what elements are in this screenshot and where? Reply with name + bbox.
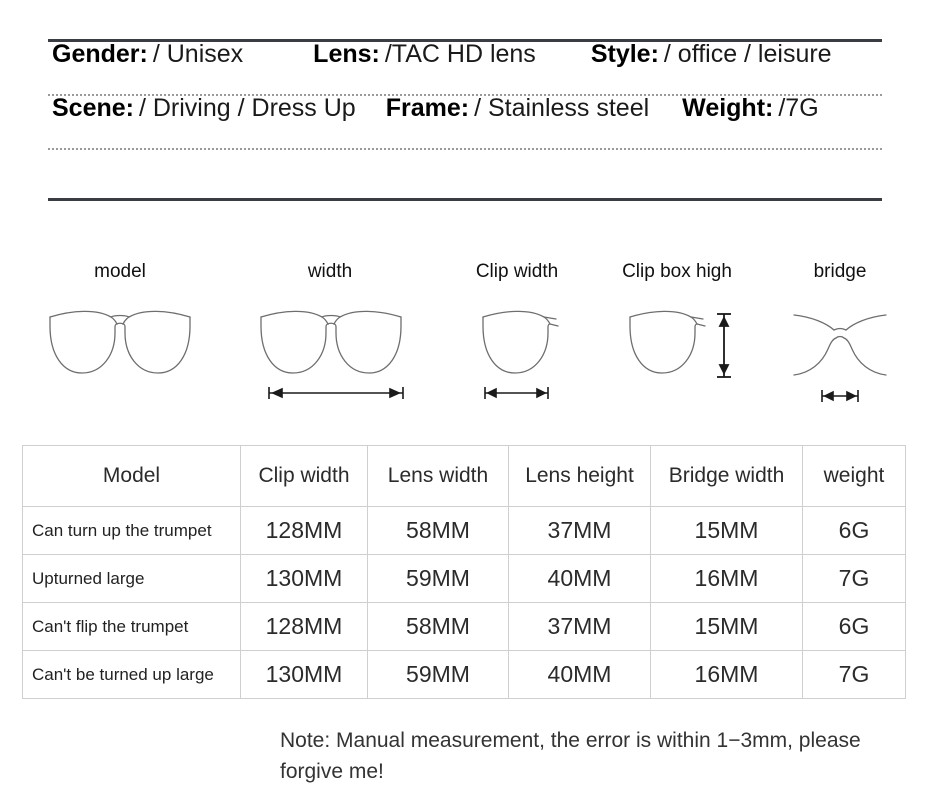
cell-weight: 6G	[802, 506, 906, 555]
cell-clip-width: 128MM	[240, 506, 368, 555]
cell-lens-width: 58MM	[367, 602, 509, 651]
diagram-label-clip-width: Clip width	[475, 261, 559, 282]
spec-label-frame: Frame:	[385, 94, 470, 122]
cell-model: Can't flip the trumpet	[22, 602, 241, 651]
spec-label-scene: Scene:	[52, 94, 134, 122]
spec-item-lens: Lens: /TAC HD lens	[313, 42, 536, 67]
table-header-lens-width: Lens width	[367, 445, 509, 507]
cell-model: Can't be turned up large	[22, 650, 241, 699]
cell-lens-width: 58MM	[367, 506, 509, 555]
cell-lens-height: 40MM	[508, 554, 651, 603]
cell-lens-height: 37MM	[508, 506, 651, 555]
spec-item-scene: Scene: / Driving / Dress Up	[52, 96, 356, 121]
spec-value-weight: /7G	[778, 94, 819, 122]
spec-item-gender: Gender: / Unisex	[52, 42, 243, 67]
table-header-weight: weight	[802, 445, 906, 507]
nose-bridge-icon	[775, 297, 905, 424]
spec-value-style: / office / leisure	[663, 40, 832, 68]
table-row: Can't flip the trumpet 128MM 58MM 37MM 1…	[22, 602, 906, 651]
spec-spacer	[48, 150, 882, 198]
table-row: Can turn up the trumpet 128MM 58MM 37MM …	[22, 506, 906, 555]
table-header-lens-height: Lens height	[508, 445, 651, 507]
diagram-clip-box-high: Clip box high	[612, 262, 742, 402]
spec-row-1: Gender: / Unisex Lens: /TAC HD lens Styl…	[48, 42, 882, 94]
table-row: Upturned large 130MM 59MM 40MM 16MM 7G	[22, 554, 906, 603]
table-header-clip-width: Clip width	[240, 445, 368, 507]
table-header-row: Model Clip width Lens width Lens height …	[22, 445, 906, 507]
cell-clip-width: 128MM	[240, 602, 368, 651]
table-header-model: Model	[22, 445, 241, 507]
table-header-bridge-width: Bridge width	[650, 445, 803, 507]
measurement-note: Note: Manual measurement, the error is w…	[280, 729, 861, 783]
spec-label-weight: Weight:	[682, 94, 774, 122]
spec-header-block: Gender: / Unisex Lens: /TAC HD lens Styl…	[48, 39, 882, 201]
cell-weight: 7G	[802, 554, 906, 603]
specification-table: Model Clip width Lens width Lens height …	[22, 445, 906, 699]
cell-bridge-width: 15MM	[650, 506, 803, 555]
spec-value-gender: / Unisex	[152, 40, 244, 68]
spec-label-gender: Gender:	[52, 40, 148, 68]
measurement-diagram-row: model width Clip width Clip box high bri…	[0, 262, 930, 422]
spec-label-style: Style:	[590, 40, 659, 68]
spec-item-frame: Frame: / Stainless steel	[386, 96, 649, 121]
cell-bridge-width: 16MM	[650, 650, 803, 699]
cell-bridge-width: 16MM	[650, 554, 803, 603]
spec-value-lens: /TAC HD lens	[384, 40, 536, 68]
cell-weight: 7G	[802, 650, 906, 699]
cell-model: Can turn up the trumpet	[22, 506, 241, 555]
diagram-label-clip-box-high: Clip box high	[622, 261, 732, 282]
spec-item-weight: Weight: /7G	[682, 96, 818, 121]
diagram-label-bridge: bridge	[813, 261, 867, 282]
cell-lens-width: 59MM	[367, 650, 509, 699]
eyeglasses-front-icon	[235, 297, 425, 424]
diagram-width: width	[235, 262, 425, 424]
cell-lens-height: 37MM	[508, 602, 651, 651]
cell-weight: 6G	[802, 602, 906, 651]
diagram-label-width: width	[307, 261, 353, 282]
cell-model: Upturned large	[22, 554, 241, 603]
spec-label-lens: Lens:	[313, 40, 380, 68]
spec-value-scene: / Driving / Dress Up	[138, 94, 356, 122]
table-row: Can't be turned up large 130MM 59MM 40MM…	[22, 650, 906, 699]
spec-value-frame: / Stainless steel	[474, 94, 650, 122]
eyeglasses-front-icon	[30, 297, 210, 402]
diagram-model: model	[30, 262, 210, 402]
cell-clip-width: 130MM	[240, 650, 368, 699]
diagram-clip-width: Clip width	[452, 262, 582, 424]
single-lens-icon	[612, 297, 742, 402]
cell-bridge-width: 15MM	[650, 602, 803, 651]
diagram-bridge: bridge	[775, 262, 905, 424]
spec-bottom-rule	[48, 198, 882, 201]
cell-clip-width: 130MM	[240, 554, 368, 603]
spec-item-style: Style: / office / leisure	[591, 42, 832, 67]
cell-lens-width: 59MM	[367, 554, 509, 603]
spec-row-2: Scene: / Driving / Dress Up Frame: / Sta…	[48, 96, 882, 148]
single-lens-icon	[452, 297, 582, 424]
cell-lens-height: 40MM	[508, 650, 651, 699]
diagram-label-model: model	[94, 261, 146, 282]
